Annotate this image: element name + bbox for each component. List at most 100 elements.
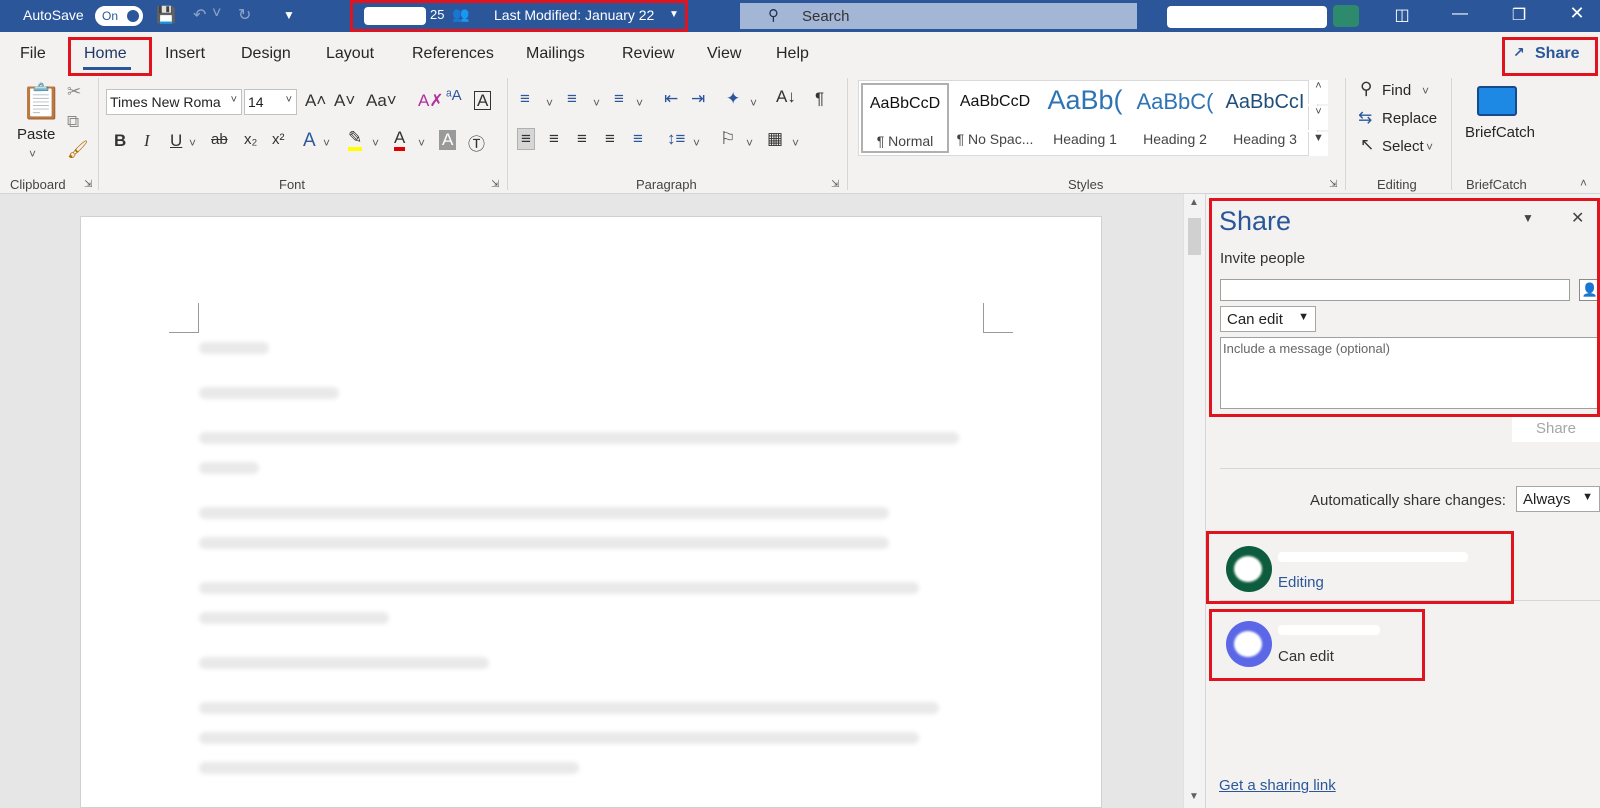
shrink-font-icon[interactable]: A˅ bbox=[334, 91, 355, 111]
styles-scroll-down[interactable]: ˅ bbox=[1308, 106, 1328, 130]
text-effects-icon[interactable]: A bbox=[303, 130, 316, 152]
chevron-down-icon[interactable]: ˅ bbox=[29, 147, 36, 161]
auto-share-select[interactable]: Always ▼ bbox=[1516, 486, 1600, 512]
tab-help[interactable]: Help bbox=[776, 45, 809, 63]
chevron-down-icon[interactable]: ˅ bbox=[750, 96, 757, 110]
invite-people-input[interactable] bbox=[1220, 279, 1570, 301]
briefcase-icon[interactable] bbox=[1477, 86, 1517, 116]
minimize-icon[interactable]: — bbox=[1445, 5, 1475, 23]
font-size-combo[interactable]: 14 ˅ bbox=[244, 89, 297, 115]
style-heading-3[interactable]: AaBbCcI Heading 3 bbox=[1221, 83, 1309, 153]
multilevel-list-icon[interactable]: ≡ bbox=[614, 89, 624, 109]
restore-icon[interactable]: ❐ bbox=[1504, 5, 1534, 25]
ribbon-display-options-icon[interactable]: ◫ bbox=[1387, 5, 1417, 25]
format-painter-icon[interactable]: 🖌 bbox=[67, 140, 89, 160]
style-normal[interactable]: AaBbCcD ¶ Normal bbox=[861, 83, 949, 153]
save-icon[interactable]: 💾 bbox=[156, 5, 176, 25]
send-share-button[interactable]: Share bbox=[1512, 416, 1600, 442]
line-spacing-icon[interactable]: ↕≡ bbox=[667, 129, 685, 149]
replace-icon[interactable]: ⇆ bbox=[1358, 108, 1372, 128]
show-formatting-marks-icon[interactable]: ¶ bbox=[815, 89, 824, 109]
replace-label[interactable]: Replace bbox=[1382, 110, 1437, 127]
highlight-icon[interactable]: ✎ bbox=[348, 129, 363, 151]
scroll-down-icon[interactable]: ▼ bbox=[1189, 791, 1199, 802]
find-icon[interactable]: ⚲ bbox=[1360, 79, 1372, 99]
address-book-icon[interactable]: 👤 bbox=[1579, 279, 1600, 301]
underline-icon[interactable]: U bbox=[170, 131, 182, 151]
close-icon[interactable]: ✕ bbox=[1571, 208, 1584, 228]
message-input[interactable]: Include a message (optional) bbox=[1220, 337, 1600, 409]
undo-icon[interactable]: ↶ bbox=[193, 5, 206, 25]
tab-file[interactable]: File bbox=[20, 45, 46, 63]
increase-indent-icon[interactable]: ⇥ bbox=[691, 89, 705, 109]
phonetic-guide-icon[interactable]: ᵃA bbox=[446, 87, 462, 104]
style-heading-2[interactable]: AaBbC( Heading 2 bbox=[1131, 83, 1219, 153]
chevron-down-icon[interactable]: ▼ bbox=[669, 9, 679, 20]
asian-layout-icon[interactable]: ✦ bbox=[726, 89, 740, 109]
copy-icon[interactable]: ⧉ bbox=[67, 112, 79, 132]
styles-scroll-up[interactable]: ˄ bbox=[1308, 80, 1328, 104]
grow-font-icon[interactable]: A˄ bbox=[305, 91, 326, 111]
chevron-down-icon[interactable]: ˅ bbox=[746, 136, 753, 150]
character-shading-icon[interactable]: A bbox=[439, 130, 457, 150]
bold-icon[interactable]: B bbox=[114, 131, 126, 151]
subscript-icon[interactable]: x₂ bbox=[244, 131, 257, 148]
close-icon[interactable]: ✕ bbox=[1562, 3, 1592, 24]
select-label[interactable]: Select bbox=[1382, 138, 1424, 155]
select-icon[interactable]: ↖ bbox=[1360, 135, 1374, 155]
tab-home[interactable]: Home bbox=[84, 45, 127, 63]
tab-layout[interactable]: Layout bbox=[326, 45, 374, 63]
align-left-icon[interactable]: ≡ bbox=[517, 128, 535, 150]
briefcatch-label[interactable]: BriefCatch bbox=[1465, 124, 1535, 141]
align-right-icon[interactable]: ≡ bbox=[577, 129, 587, 149]
chevron-down-icon[interactable]: ˅ bbox=[636, 96, 643, 110]
chevron-down-icon[interactable]: ˅ bbox=[593, 96, 600, 110]
character-border-icon[interactable]: A bbox=[474, 91, 492, 110]
font-name-combo[interactable]: Times New Roma ˅ bbox=[106, 89, 242, 115]
decrease-indent-icon[interactable]: ⇤ bbox=[664, 89, 678, 109]
autosave-toggle[interactable]: On bbox=[95, 6, 143, 26]
chevron-down-icon[interactable]: ˅ bbox=[693, 136, 700, 150]
permission-select[interactable]: Can edit ▼ bbox=[1220, 306, 1316, 332]
last-modified[interactable]: Last Modified: January 22 bbox=[494, 7, 654, 23]
borders-icon[interactable]: ▦ bbox=[767, 129, 783, 149]
italic-icon[interactable]: I bbox=[144, 131, 150, 151]
chevron-down-icon[interactable]: ˅ bbox=[323, 136, 330, 150]
chevron-down-icon[interactable]: ˅ bbox=[792, 136, 799, 150]
style-heading-1[interactable]: AaBb( Heading 1 bbox=[1041, 83, 1129, 153]
tab-insert[interactable]: Insert bbox=[165, 45, 205, 63]
find-label[interactable]: Find bbox=[1382, 82, 1411, 99]
chevron-down-icon[interactable]: ˅ bbox=[1426, 140, 1433, 154]
scroll-up-icon[interactable]: ▲ bbox=[1189, 197, 1199, 208]
superscript-icon[interactable]: x² bbox=[272, 131, 285, 148]
bullets-icon[interactable]: ≡ bbox=[520, 89, 530, 109]
chevron-down-icon[interactable]: ˅ bbox=[372, 136, 379, 150]
font-color-icon[interactable]: A bbox=[394, 129, 406, 151]
enclose-characters-icon[interactable]: Ⓣ bbox=[468, 130, 485, 155]
tab-view[interactable]: View bbox=[707, 45, 741, 63]
dialog-launcher-icon[interactable]: ⇲ bbox=[84, 179, 94, 190]
chevron-down-icon[interactable]: ˅ bbox=[212, 5, 221, 23]
search-box[interactable]: ⚲ Search bbox=[740, 3, 1137, 29]
chevron-down-icon[interactable]: ˅ bbox=[1422, 84, 1429, 98]
numbering-icon[interactable]: ≡ bbox=[567, 89, 577, 109]
tab-design[interactable]: Design bbox=[241, 45, 291, 63]
get-sharing-link[interactable]: Get a sharing link bbox=[1219, 777, 1336, 794]
style-no-spacing[interactable]: AaBbCcD ¶ No Spac... bbox=[951, 83, 1039, 153]
scroll-thumb[interactable] bbox=[1188, 218, 1201, 255]
change-case-icon[interactable]: Aa˅ bbox=[366, 91, 397, 111]
account-avatar[interactable] bbox=[1333, 5, 1359, 27]
redo-icon[interactable]: ↻ bbox=[238, 5, 251, 25]
chevron-down-icon[interactable]: ˅ bbox=[418, 136, 425, 150]
customize-qat-icon[interactable]: ▼ bbox=[283, 8, 295, 22]
align-center-icon[interactable]: ≡ bbox=[549, 129, 559, 149]
dialog-launcher-icon[interactable]: ⇲ bbox=[831, 179, 841, 190]
dialog-launcher-icon[interactable]: ⇲ bbox=[1329, 179, 1339, 190]
cut-icon[interactable]: ✂ bbox=[67, 82, 81, 102]
paste-icon[interactable]: 📋 bbox=[20, 82, 62, 122]
collapse-ribbon-icon[interactable]: ˄ bbox=[1580, 176, 1587, 190]
shading-icon[interactable]: ⚐ bbox=[720, 129, 735, 149]
tab-references[interactable]: References bbox=[412, 45, 494, 63]
tab-mailings[interactable]: Mailings bbox=[526, 45, 585, 63]
paste-label[interactable]: Paste bbox=[17, 126, 55, 143]
